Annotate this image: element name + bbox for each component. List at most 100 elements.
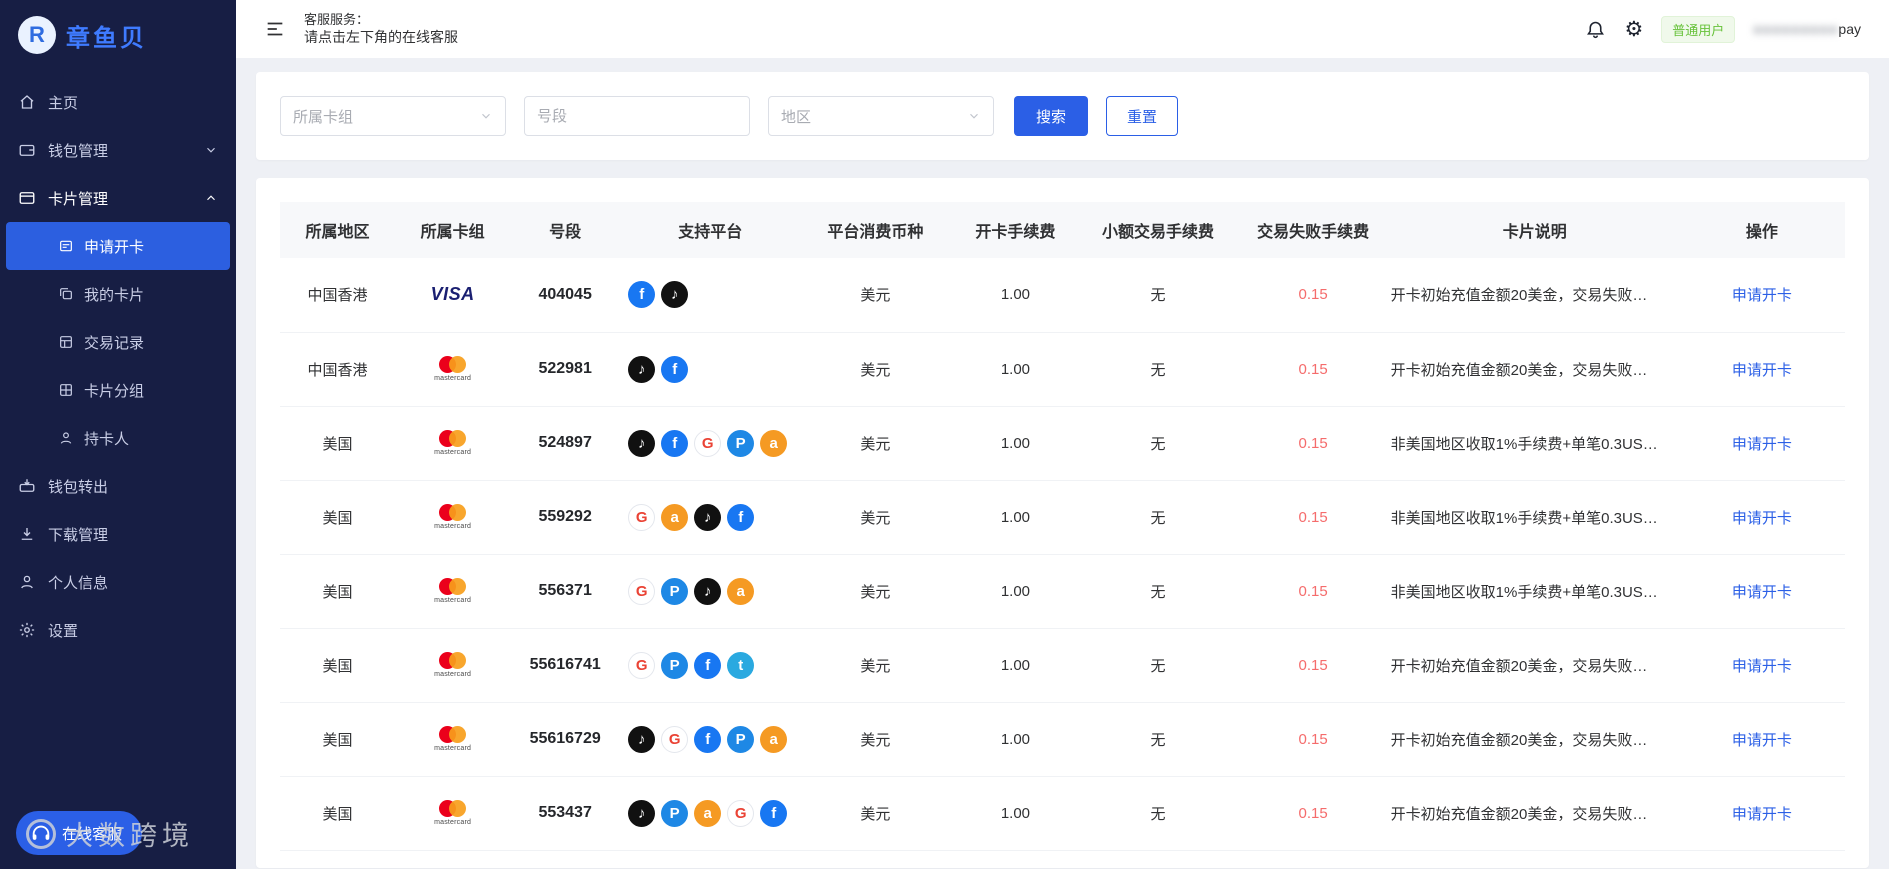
platforms-cell: G P ♪ a bbox=[620, 554, 801, 629]
sidebar-item-wallet-transfer-out[interactable]: 钱包转出 bbox=[0, 462, 236, 510]
region-cell: 美国 bbox=[280, 554, 396, 629]
apply-card-link[interactable]: 申请开卡 bbox=[1732, 732, 1792, 749]
sidebar-item-label: 卡片管理 bbox=[48, 190, 109, 208]
table-row: 美国 mastercard 55616741 G Pf t 美元 1.00 无 0.15 开卡初始充… bbox=[280, 628, 1845, 703]
fail-fee-cell: 0.15 bbox=[1235, 480, 1391, 555]
main-column: 客服服务： 请点击左下角的在线客服 ⚙ 普通用户 ●●●●●●●●● pay 所… bbox=[236, 0, 1889, 869]
small-fee-cell: 无 bbox=[1080, 776, 1236, 851]
chevron-down-icon bbox=[204, 143, 218, 157]
sidebar-item-settings[interactable]: 设置 bbox=[0, 606, 236, 654]
sidebar-item-label: 下载管理 bbox=[48, 526, 109, 544]
card-group-cell: mastercard bbox=[395, 776, 511, 851]
col-currency: 平台消费币种 bbox=[800, 202, 951, 258]
card-desc-cell: 开卡初始充值金额20美金，交易失败… bbox=[1390, 776, 1679, 851]
amazon-icon: a bbox=[727, 577, 755, 605]
tiktok-icon: ♪ bbox=[628, 355, 656, 383]
fail-fee-cell: 0.15 bbox=[1235, 702, 1391, 777]
sidebar: R 章鱼贝 主页 钱包管理 卡片管理 申请开卡 我的卡片 交易记录 卡片分组 持… bbox=[0, 0, 236, 869]
mastercard-logo: mastercard bbox=[434, 356, 471, 382]
card-desc-cell: 开卡初始充值金额20美金，交易失败… bbox=[1390, 628, 1679, 703]
bin-cell: 553437 bbox=[510, 776, 621, 851]
bin-cell: 522981 bbox=[510, 332, 621, 407]
apply-card-link[interactable]: 申请开卡 bbox=[1732, 510, 1792, 527]
sidebar-item-label: 主页 bbox=[48, 94, 79, 112]
bin-cell: 55616729 bbox=[510, 702, 621, 777]
table-row: 美国 mastercard 553437 ♪ Pa Gf 美元 1.00 无 0.15 开卡初始充值… bbox=[280, 776, 1845, 851]
actions-cell: 申请开卡 bbox=[1678, 258, 1845, 333]
amazon-icon: a bbox=[694, 799, 722, 827]
mastercard-logo: mastercard bbox=[434, 504, 471, 530]
card-group-select[interactable]: 所属卡组 bbox=[280, 96, 506, 136]
sidebar-subitem-label: 交易记录 bbox=[84, 334, 145, 352]
online-service-button[interactable]: 在线客服 bbox=[16, 811, 143, 855]
fail-fee-cell: 0.15 bbox=[1235, 628, 1391, 703]
bin-cell: 559292 bbox=[510, 480, 621, 555]
search-button[interactable]: 搜索 bbox=[1014, 96, 1089, 136]
paypal-icon: P bbox=[661, 651, 689, 679]
region-cell: 美国 bbox=[280, 406, 396, 481]
apply-card-link[interactable]: 申请开卡 bbox=[1732, 658, 1792, 675]
open-fee-cell: 1.00 bbox=[950, 406, 1081, 481]
card-group-select-placeholder: 所属卡组 bbox=[293, 108, 354, 126]
bin-cell: 55616741 bbox=[510, 628, 621, 703]
paypal-icon: P bbox=[661, 577, 689, 605]
open-fee-cell: 1.00 bbox=[950, 554, 1081, 629]
transfer-out-icon bbox=[18, 477, 36, 495]
notification-bell-icon[interactable] bbox=[1585, 19, 1606, 40]
apply-card-link[interactable]: 申请开卡 bbox=[1732, 362, 1792, 379]
facebook-icon: f bbox=[727, 503, 755, 531]
sidebar-item-label: 钱包管理 bbox=[48, 142, 109, 160]
home-icon bbox=[18, 93, 36, 111]
open-fee-cell: 1.00 bbox=[950, 258, 1081, 333]
sidebar-item-home[interactable]: 主页 bbox=[0, 78, 236, 126]
apply-card-link[interactable]: 申请开卡 bbox=[1732, 584, 1792, 601]
small-fee-cell: 无 bbox=[1080, 554, 1236, 629]
sidebar-subitem-label: 卡片分组 bbox=[84, 382, 145, 400]
reset-button[interactable]: 重置 bbox=[1106, 96, 1179, 136]
platforms-cell: f ♪ bbox=[620, 258, 801, 333]
small-fee-cell: 无 bbox=[1080, 258, 1236, 333]
fail-fee-cell: 0.15 bbox=[1235, 776, 1391, 851]
currency-cell: 美元 bbox=[800, 702, 951, 777]
card-group-icon bbox=[58, 382, 74, 398]
user-name-blurred: ●●●●●●●●● bbox=[1753, 21, 1839, 37]
tiktok-icon: ♪ bbox=[661, 281, 689, 309]
card-desc-cell: 开卡初始充值金额20美金，交易失败… bbox=[1390, 258, 1679, 333]
region-select[interactable]: 地区 bbox=[768, 96, 994, 136]
platforms-cell: ♪ Pa Gf bbox=[620, 776, 801, 851]
sidebar-subitem-cardholders[interactable]: 持卡人 bbox=[6, 414, 230, 462]
service-notice: 客服服务： 请点击左下角的在线客服 bbox=[304, 11, 458, 47]
open-fee-cell: 1.00 bbox=[950, 480, 1081, 555]
apply-card-link[interactable]: 申请开卡 bbox=[1732, 806, 1792, 823]
bin-input[interactable] bbox=[524, 96, 750, 136]
user-account[interactable]: ●●●●●●●●● pay bbox=[1753, 21, 1861, 37]
transactions-icon bbox=[58, 334, 74, 350]
card-products-table: 所属地区 所属卡组 号段 支持平台 平台消费币种 开卡手续费 小额交易手续费 交… bbox=[280, 202, 1845, 851]
card-icon bbox=[18, 189, 36, 207]
open-fee-cell: 1.00 bbox=[950, 628, 1081, 703]
apply-card-link[interactable]: 申请开卡 bbox=[1732, 436, 1792, 453]
sidebar-item-card-management[interactable]: 卡片管理 bbox=[0, 174, 236, 222]
collapse-menu-icon[interactable] bbox=[264, 18, 286, 40]
platforms-cell: ♪ f G Pa bbox=[620, 406, 801, 481]
mastercard-logo: mastercard bbox=[434, 652, 471, 678]
tiktok-icon: ♪ bbox=[694, 503, 722, 531]
sidebar-item-wallet-management[interactable]: 钱包管理 bbox=[0, 126, 236, 174]
card-group-cell: mastercard bbox=[395, 480, 511, 555]
tiktok-icon: ♪ bbox=[628, 429, 656, 457]
chevron-down-icon bbox=[967, 109, 981, 123]
sidebar-item-download-management[interactable]: 下载管理 bbox=[0, 510, 236, 558]
card-desc-cell: 非美国地区收取1%手续费+单笔0.3US… bbox=[1390, 480, 1679, 555]
apply-card-link[interactable]: 申请开卡 bbox=[1732, 287, 1792, 304]
service-notice-hint: 请点击左下角的在线客服 bbox=[304, 29, 458, 46]
sidebar-subitem-card-groups[interactable]: 卡片分组 bbox=[6, 366, 230, 414]
sidebar-item-profile[interactable]: 个人信息 bbox=[0, 558, 236, 606]
open-fee-cell: 1.00 bbox=[950, 776, 1081, 851]
app-logo[interactable]: R 章鱼贝 bbox=[0, 0, 236, 68]
filter-bar: 所属卡组 地区 搜索 重置 bbox=[256, 72, 1869, 160]
sidebar-subitem-my-cards[interactable]: 我的卡片 bbox=[6, 270, 230, 318]
settings-gear-icon[interactable]: ⚙ bbox=[1624, 18, 1643, 40]
sidebar-subitem-transactions[interactable]: 交易记录 bbox=[6, 318, 230, 366]
small-fee-cell: 无 bbox=[1080, 628, 1236, 703]
sidebar-subitem-apply-card[interactable]: 申请开卡 bbox=[6, 222, 230, 270]
